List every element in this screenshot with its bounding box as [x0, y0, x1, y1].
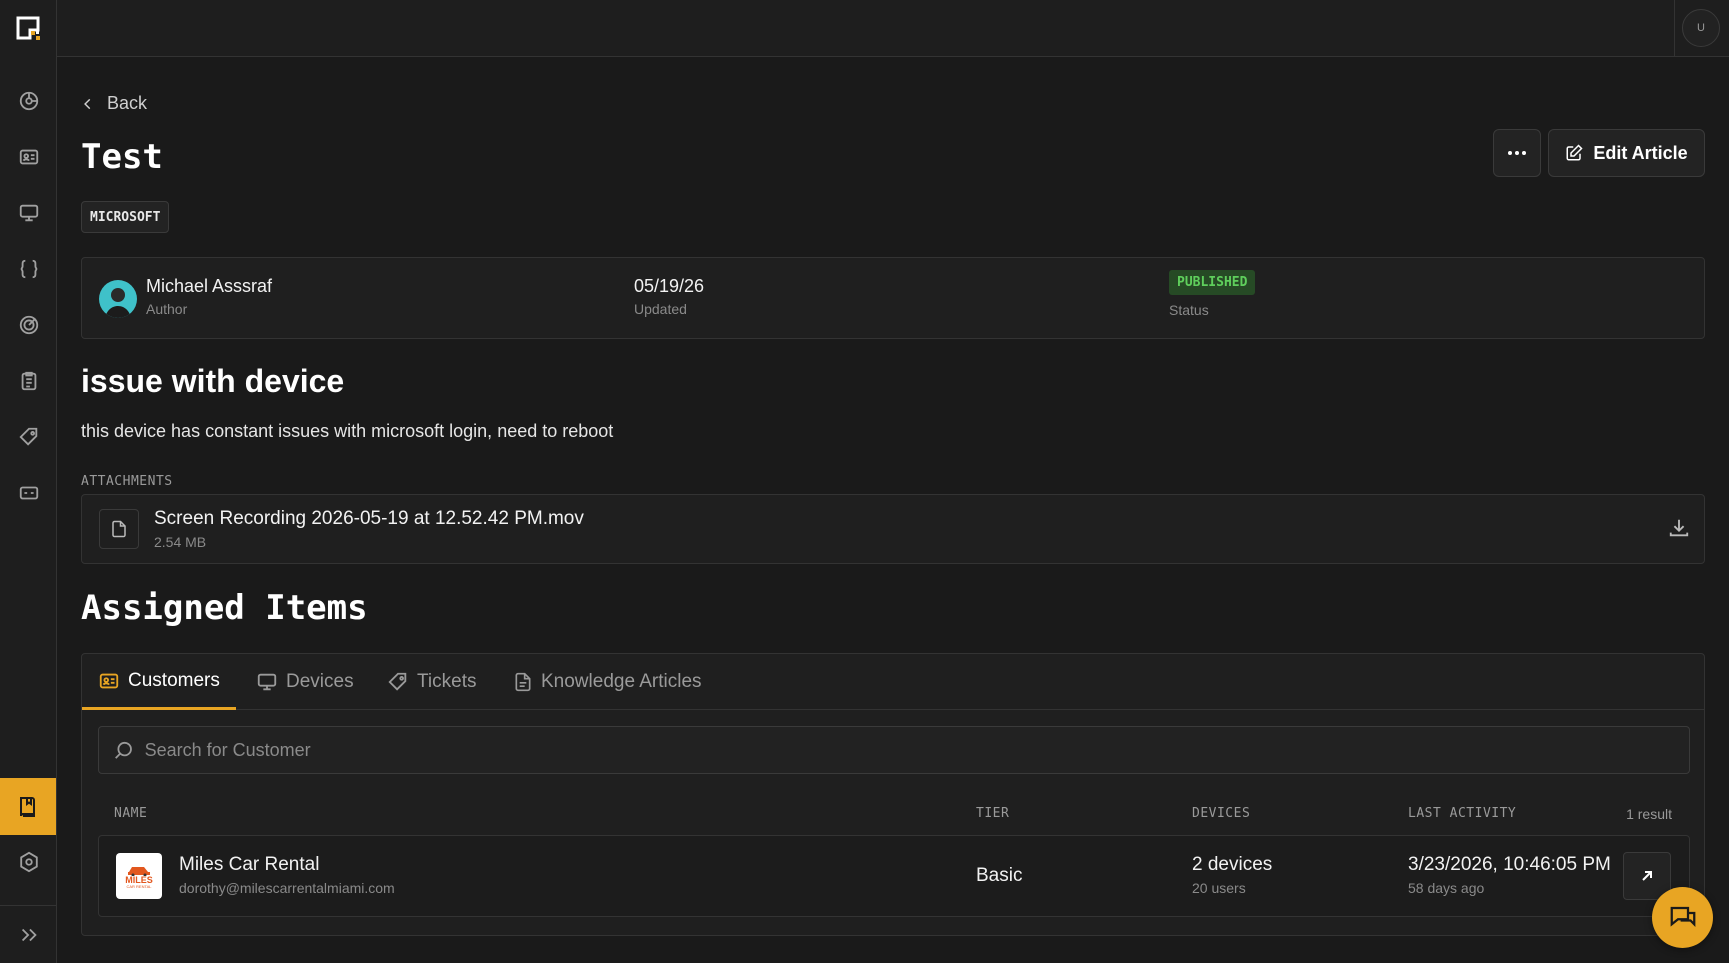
customer-name: Miles Car Rental	[179, 854, 320, 875]
column-last-activity: LAST ACTIVITY	[1408, 806, 1517, 821]
back-link[interactable]: Back	[81, 93, 147, 114]
expand-icon[interactable]	[15, 921, 43, 949]
column-name: NAME	[114, 806, 148, 821]
tag-icon	[388, 672, 407, 691]
assigned-items-card: Customers Devices Tickets Knowledge Arti…	[81, 653, 1705, 936]
author-avatar	[99, 280, 137, 318]
edit-article-button[interactable]: Edit Article	[1548, 129, 1705, 177]
last-activity-cell: 3/23/2026, 10:46:05 PM 58 days ago	[1408, 854, 1611, 896]
sidebar-divider	[0, 905, 56, 906]
customer-email: dorothy@milescarrentalmiami.com	[179, 880, 395, 896]
tab-label: Devices	[286, 671, 354, 692]
status-label: Status	[1169, 302, 1209, 318]
edit-icon	[1566, 144, 1583, 161]
tab-customers[interactable]: Customers	[82, 654, 236, 710]
topbar: U	[57, 0, 1729, 57]
assigned-tabs: Customers Devices Tickets Knowledge Arti…	[82, 654, 1704, 710]
author-name: Michael Asssraf	[146, 276, 273, 296]
tab-devices[interactable]: Devices	[256, 654, 354, 710]
status-badge: PUBLISHED	[1169, 270, 1256, 295]
last-activity-date: 3/23/2026, 10:46:05 PM	[1408, 854, 1611, 875]
edit-article-label: Edit Article	[1593, 142, 1688, 163]
devices-count: 2 devices	[1192, 854, 1273, 875]
ellipsis-icon	[1508, 151, 1526, 155]
article-heading: issue with device	[81, 363, 345, 399]
author-label: Author	[146, 301, 188, 317]
tab-label: Customers	[128, 669, 220, 691]
customer-tier: Basic	[976, 865, 1023, 886]
status-block: PUBLISHED Status	[1169, 270, 1256, 318]
download-icon[interactable]	[1668, 517, 1690, 544]
more-options-button[interactable]	[1493, 129, 1541, 177]
settings-icon[interactable]	[15, 848, 43, 876]
updated-date: 05/19/26	[634, 276, 705, 296]
assigned-items-heading: Assigned Items	[81, 588, 368, 628]
article-body: this device has constant issues with mic…	[81, 421, 614, 441]
users-count: 20 users	[1192, 880, 1246, 896]
updated-block: 05/19/26 Updated	[634, 276, 704, 317]
page-title: Test	[81, 137, 163, 177]
document-icon	[515, 672, 531, 692]
author-block: Michael Asssraf Author	[146, 276, 272, 317]
chevron-left-icon	[84, 98, 91, 109]
contacts-icon	[99, 673, 119, 688]
ticket-icon[interactable]	[15, 479, 43, 507]
code-braces-icon[interactable]	[15, 255, 43, 283]
car-icon	[128, 866, 150, 876]
monitor-icon[interactable]	[15, 199, 43, 227]
tab-label: Knowledge Articles	[541, 671, 702, 692]
contacts-icon[interactable]	[15, 143, 43, 171]
tab-tickets[interactable]: Tickets	[387, 654, 476, 710]
updated-label: Updated	[634, 301, 687, 317]
search-input[interactable]	[144, 739, 1675, 761]
article-info-card: Michael Asssraf Author 05/19/26 Updated …	[81, 257, 1705, 339]
column-devices: DEVICES	[1192, 806, 1251, 821]
search-icon	[115, 741, 132, 759]
back-label: Back	[107, 93, 148, 113]
monitor-icon	[257, 673, 277, 691]
chat-button[interactable]	[1652, 887, 1713, 948]
devices-cell: 2 devices 20 users	[1192, 854, 1272, 896]
table-row[interactable]: MILES CAR RENTAL Miles Car Rental doroth…	[98, 835, 1690, 917]
attachments-label: ATTACHMENTS	[81, 474, 173, 489]
user-avatar[interactable]: U	[1682, 9, 1720, 47]
sidebar	[0, 0, 57, 963]
target-icon[interactable]	[15, 311, 43, 339]
dashboard-icon[interactable]	[15, 87, 43, 115]
topbar-divider	[1674, 0, 1675, 56]
customer-search	[98, 726, 1690, 774]
app-logo[interactable]	[16, 16, 42, 42]
last-activity-relative: 58 days ago	[1408, 880, 1485, 896]
arrow-up-right-icon	[1642, 871, 1652, 881]
tab-knowledge-articles[interactable]: Knowledge Articles	[513, 654, 702, 710]
tag-icon[interactable]	[15, 423, 43, 451]
attachment-item[interactable]: Screen Recording 2026-05-19 at 12.52.42 …	[81, 494, 1705, 564]
clipboard-icon[interactable]	[15, 367, 43, 395]
attachment-size: 2.54 MB	[154, 534, 207, 550]
column-tier: TIER	[976, 806, 1010, 821]
chat-icon	[1670, 906, 1695, 927]
tab-label: Tickets	[417, 671, 477, 692]
customer-logo: MILES CAR RENTAL	[116, 853, 162, 899]
article-tag: MICROSOFT	[81, 201, 170, 233]
knowledge-base-icon[interactable]	[0, 778, 56, 835]
file-icon	[99, 509, 139, 549]
result-count: 1 result	[1626, 806, 1672, 822]
attachment-name: Screen Recording 2026-05-19 at 12.52.42 …	[154, 508, 584, 529]
logo-subtext: CAR RENTAL	[126, 883, 152, 889]
